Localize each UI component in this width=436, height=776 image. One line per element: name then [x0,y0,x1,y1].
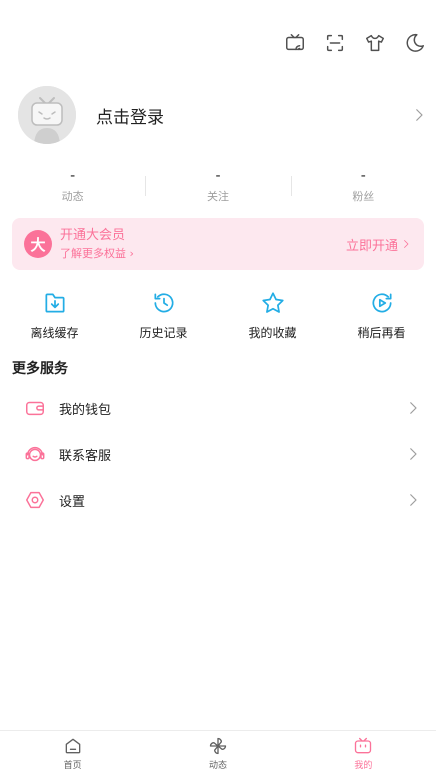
vip-open-button[interactable]: 立即开通 [346,235,412,254]
quick-label: 稍后再看 [357,326,406,340]
stats-row: - 动态 - 关注 - 粉丝 [0,168,436,204]
stat-value: - [215,168,221,184]
chevron-right-icon [404,491,422,509]
star-icon [261,292,284,313]
stat-label: 关注 [206,190,229,203]
quick-label: 离线缓存 [30,326,79,340]
stat-value: - [360,168,366,184]
stat-value: - [70,168,76,184]
headset-icon [24,443,46,465]
login-label: 点击登录 [96,107,164,128]
moon-icon[interactable] [402,30,428,56]
vip-banner[interactable]: 大 开通大会员 了解更多权益 › 立即开通 [12,218,424,270]
wallet-icon [24,397,46,419]
quick-label: 我的收藏 [248,326,297,340]
quick-label: 历史记录 [139,326,188,340]
tv-cast-icon[interactable] [282,30,308,56]
quick-actions: 离线缓存 历史记录 我的收藏 稍后再看 [0,290,436,341]
login-row[interactable]: 点击登录 [18,86,428,144]
pinwheel-icon [209,737,227,755]
bottom-tab-bar: 首页 动态 我的 [0,730,436,776]
chevron-right-icon [410,106,428,124]
stat-label: 动态 [61,190,84,203]
service-customer-support[interactable]: 联系客服 [0,431,436,477]
service-label: 我的钱包 [59,402,112,418]
stat-label: 粉丝 [352,190,375,203]
tab-home[interactable]: 首页 [0,731,145,776]
vip-subtitle[interactable]: 了解更多权益 › [60,247,346,260]
tab-label: 动态 [208,761,227,771]
tshirt-icon[interactable] [362,30,388,56]
tab-mine[interactable]: 我的 [291,731,436,776]
chevron-right-icon [404,240,409,248]
stat-followers[interactable]: - 粉丝 [290,168,436,204]
scan-icon[interactable] [322,30,348,56]
service-label: 联系客服 [59,448,112,464]
avatar [18,86,76,144]
quick-history[interactable]: 历史记录 [109,290,218,341]
vip-title: 开通大会员 [60,228,126,243]
download-icon [44,293,65,313]
watch-later-icon [372,293,392,313]
more-services-title: 更多服务 [12,361,68,377]
service-wallet[interactable]: 我的钱包 [0,385,436,431]
quick-favorites[interactable]: 我的收藏 [218,290,327,341]
service-label: 设置 [59,494,86,510]
top-toolbar [282,30,428,56]
quick-offline-cache[interactable]: 离线缓存 [0,290,109,341]
stat-dynamics[interactable]: - 动态 [0,168,145,204]
tv-icon [355,737,372,754]
tab-dynamics[interactable]: 动态 [145,731,290,776]
service-settings[interactable]: 设置 [0,477,436,523]
settings-icon [24,489,46,511]
chevron-right-icon [404,399,422,417]
tab-label: 首页 [63,761,82,771]
history-icon [153,293,173,313]
vip-open-label: 立即开通 [345,238,398,254]
home-icon [65,738,80,754]
vip-badge-icon: 大 [24,230,52,258]
chevron-right-icon [404,445,422,463]
stat-following[interactable]: - 关注 [145,168,290,204]
tab-label: 我的 [354,761,373,771]
vip-text: 开通大会员 了解更多权益 › [60,228,346,260]
quick-watch-later[interactable]: 稍后再看 [327,290,436,341]
